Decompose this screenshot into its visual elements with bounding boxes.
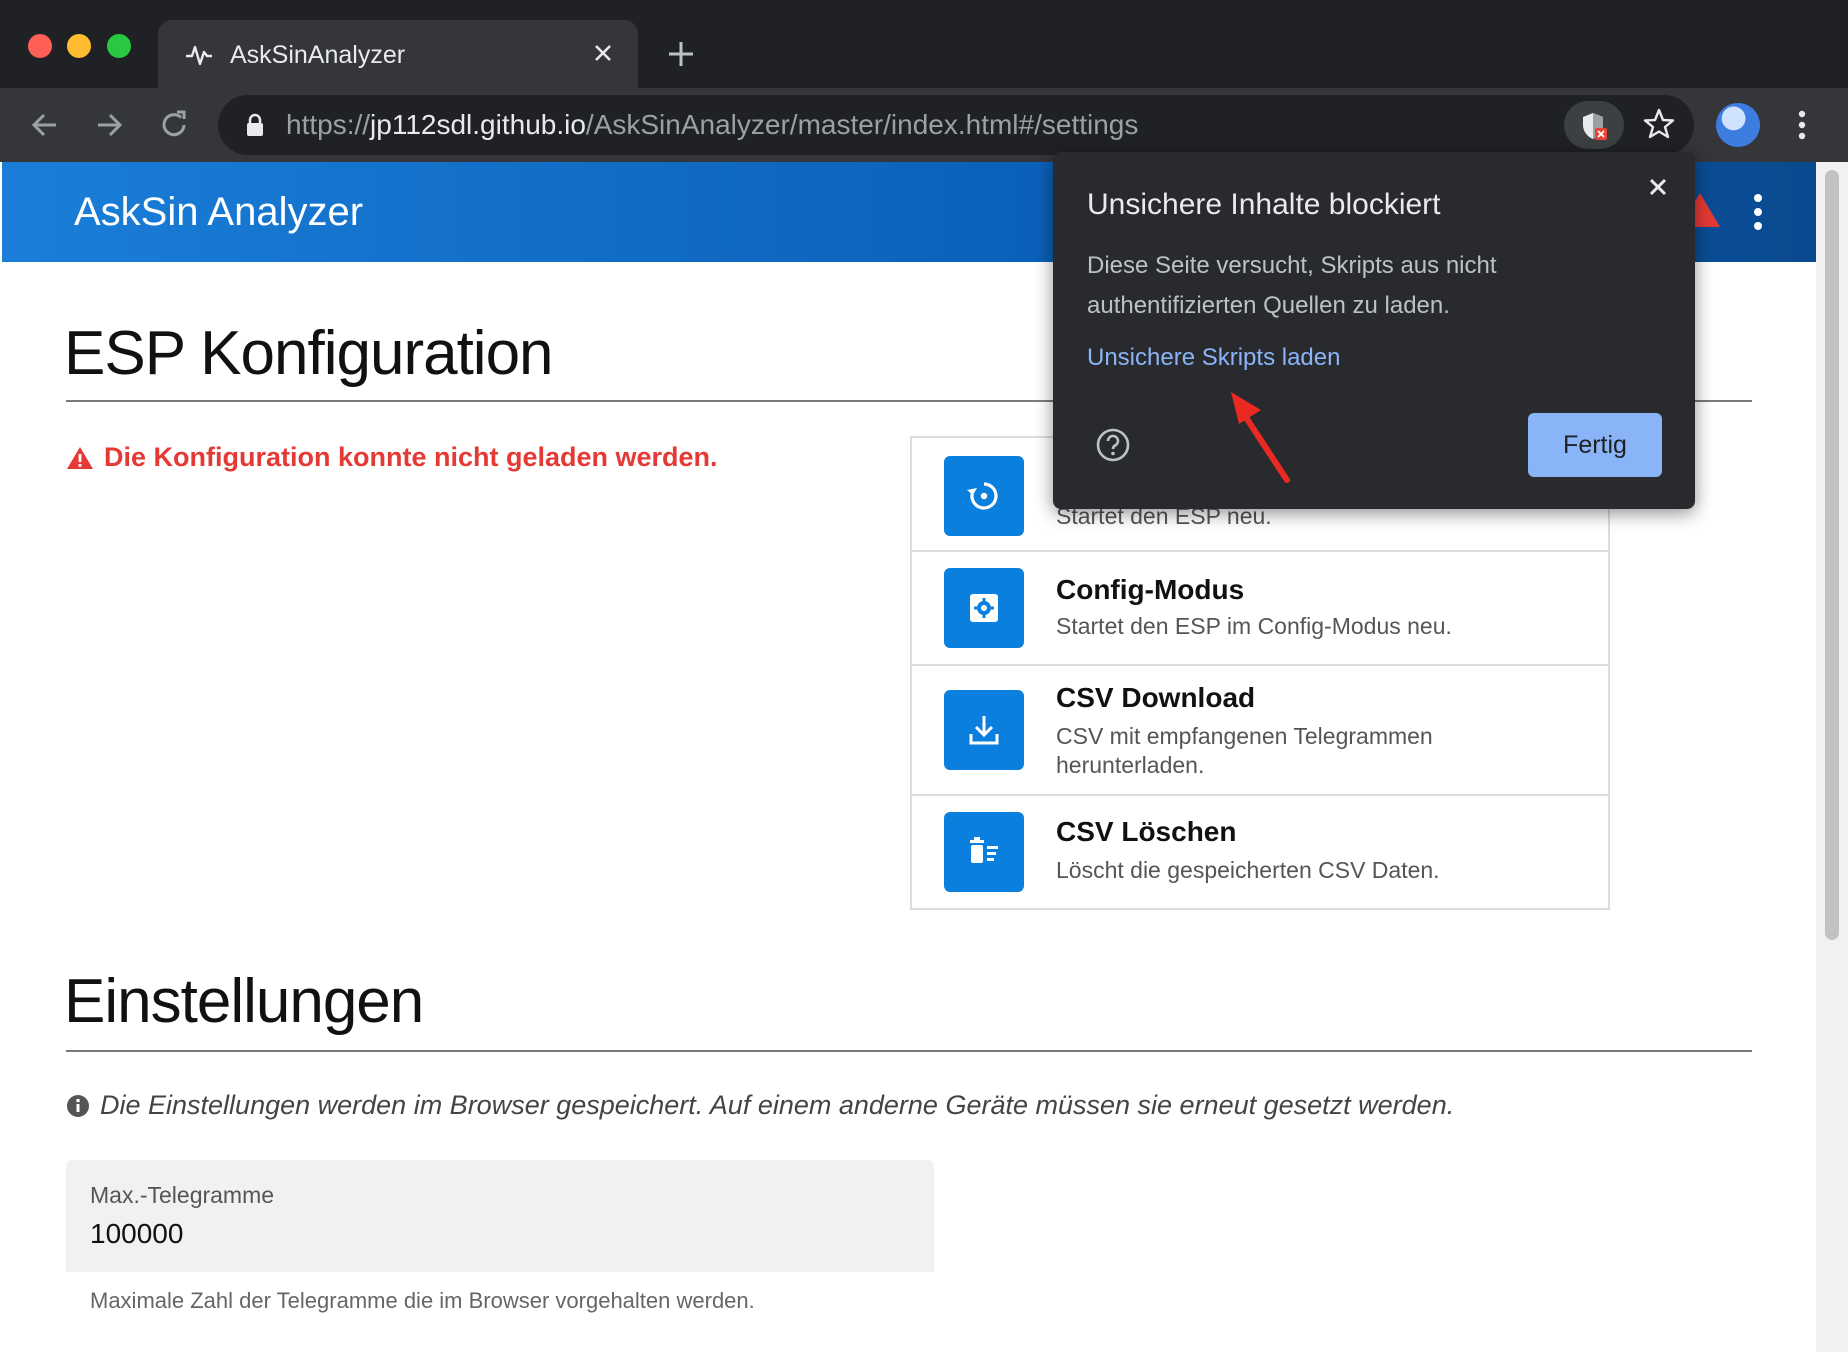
config-error-message: Die Konfiguration konnte nicht geladen w… bbox=[66, 442, 718, 473]
new-tab-icon[interactable] bbox=[665, 38, 697, 70]
settings-divider bbox=[66, 1050, 1752, 1052]
action-description: Löscht die gespeicherten CSV Daten. bbox=[1056, 857, 1440, 883]
settings-heading: Einstellungen bbox=[64, 967, 424, 1036]
settings-info: Die Einstellungen werden im Browser gesp… bbox=[66, 1090, 1454, 1121]
info-icon bbox=[67, 1094, 89, 1117]
tab-title: AskSinAnalyzer bbox=[230, 41, 406, 69]
address-bar[interactable]: https://jp112sdl.github.io/AskSinAnalyze… bbox=[218, 95, 1694, 155]
tab-close-icon[interactable] bbox=[588, 38, 618, 68]
field-label: Max.-Telegramme bbox=[90, 1182, 275, 1208]
max-telegrams-field[interactable]: Max.-Telegramme 100000 bbox=[66, 1160, 934, 1272]
url-text: https://jp112sdl.github.io/AskSinAnalyze… bbox=[286, 109, 1139, 140]
delete-icon bbox=[944, 812, 1024, 892]
action-description: CSV mit empfangenen Telegrammen herunter… bbox=[1056, 723, 1433, 778]
help-icon[interactable] bbox=[1095, 427, 1131, 463]
window-zoom-button[interactable] bbox=[107, 34, 131, 58]
action-config-mode[interactable]: Config-Modus Startet den ESP im Config-M… bbox=[912, 552, 1608, 666]
warning-icon bbox=[67, 446, 93, 469]
app-title: AskSin Analyzer bbox=[74, 190, 364, 234]
action-csv-delete[interactable]: CSV Löschen Löscht die gespeicherten CSV… bbox=[912, 796, 1608, 910]
load-unsafe-scripts-link[interactable]: Unsichere Skripts laden bbox=[1087, 344, 1340, 372]
close-icon[interactable] bbox=[1643, 172, 1673, 202]
max-telegrams-input[interactable]: 100000 bbox=[90, 1218, 183, 1250]
shield-blocked-icon bbox=[1583, 113, 1607, 140]
insecure-content-popup: Unsichere Inhalte blockiert Diese Seite … bbox=[1053, 152, 1695, 509]
field-help-text: Maximale Zahl der Telegramme die im Brow… bbox=[90, 1288, 755, 1313]
profile-avatar[interactable] bbox=[1716, 103, 1760, 147]
popup-body: Diese Seite versucht, Skripts aus nicht … bbox=[1087, 252, 1497, 319]
scrollbar-thumb[interactable] bbox=[1825, 170, 1839, 940]
reload-icon[interactable] bbox=[155, 106, 193, 144]
bookmark-star-icon[interactable] bbox=[1642, 107, 1676, 141]
restart-icon bbox=[944, 456, 1024, 536]
action-title: CSV Download bbox=[1056, 682, 1256, 713]
browser-tabstrip: AskSinAnalyzer bbox=[0, 0, 1848, 88]
page-scrollbar[interactable] bbox=[1816, 162, 1848, 1352]
blocked-content-button[interactable] bbox=[1564, 101, 1624, 149]
app-menu-icon[interactable] bbox=[1750, 188, 1766, 236]
lock-icon bbox=[247, 113, 263, 136]
esp-heading: ESP Konfiguration bbox=[64, 319, 554, 388]
settings-icon bbox=[944, 568, 1024, 648]
action-description: Startet den ESP im Config-Modus neu. bbox=[1056, 613, 1452, 639]
annotation-arrow-icon bbox=[1231, 392, 1290, 483]
pulse-icon bbox=[186, 45, 212, 66]
popup-title: Unsichere Inhalte blockiert bbox=[1087, 188, 1441, 221]
forward-icon[interactable] bbox=[90, 106, 128, 144]
browser-toolbar: https://jp112sdl.github.io/AskSinAnalyze… bbox=[0, 88, 1848, 162]
window-minimize-button[interactable] bbox=[67, 34, 91, 58]
browser-menu-icon[interactable] bbox=[1790, 106, 1814, 144]
back-icon[interactable] bbox=[26, 106, 64, 144]
action-csv-download[interactable]: CSV Download CSV mit empfangenen Telegra… bbox=[912, 666, 1608, 796]
done-button[interactable]: Fertig bbox=[1528, 413, 1662, 477]
download-icon bbox=[944, 690, 1024, 770]
action-title: Config-Modus bbox=[1056, 574, 1245, 605]
window-close-button[interactable] bbox=[28, 34, 52, 58]
browser-tab[interactable]: AskSinAnalyzer bbox=[158, 20, 638, 88]
action-title: CSV Löschen bbox=[1056, 816, 1237, 847]
